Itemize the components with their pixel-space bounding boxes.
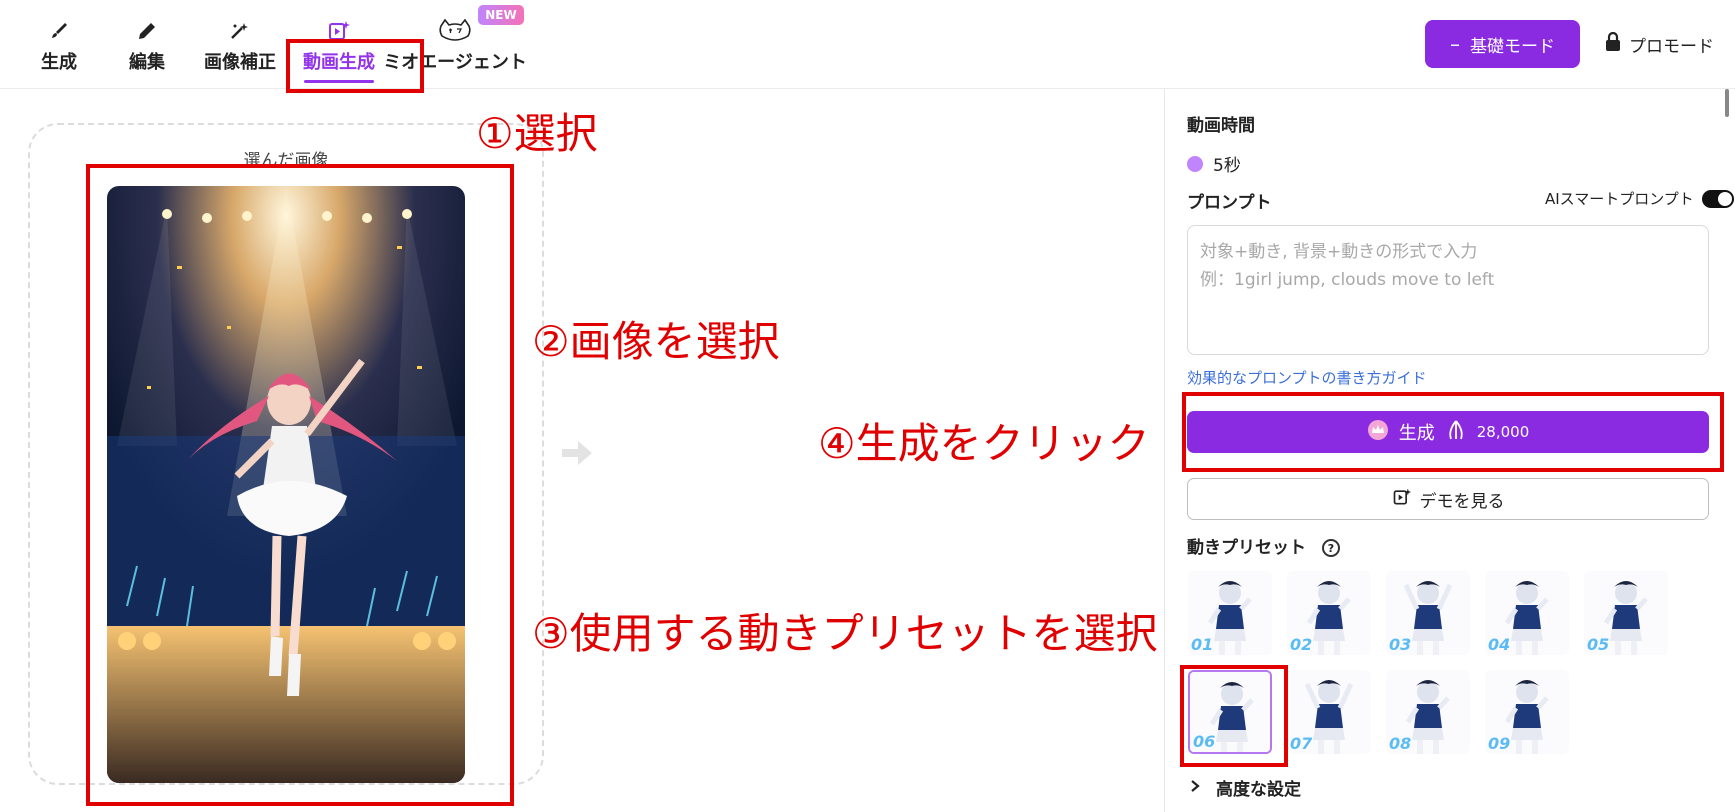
basic-mode-button[interactable]: – 基礎モード [1425, 20, 1580, 68]
motion-preset[interactable]: 08 [1386, 670, 1470, 754]
preset-number: 01 [1191, 635, 1214, 654]
annotation-box-preset [1180, 665, 1288, 767]
pencil-icon [136, 16, 158, 46]
preset-number: 09 [1488, 734, 1511, 753]
ai-smart-prompt-label: AIスマートプロンプト [1545, 190, 1694, 208]
video-sparkle-icon [1392, 487, 1412, 512]
preset-number: 04 [1488, 635, 1511, 654]
pro-mode-button[interactable]: プロモード [1605, 27, 1714, 61]
preset-number: 08 [1389, 734, 1412, 753]
preset-number: 05 [1587, 635, 1610, 654]
presets-label: 動きプリセット [1187, 538, 1306, 558]
radio-selected-icon [1187, 155, 1203, 172]
tab-label: 画像補正 [204, 51, 276, 73]
annotation-box-generate [1182, 392, 1724, 472]
motion-preset[interactable]: 01 [1188, 571, 1272, 655]
tab-enhance[interactable]: 画像補正 [198, 0, 282, 89]
tab-generate[interactable]: 生成 [28, 0, 90, 89]
motion-preset[interactable]: 03 [1386, 571, 1470, 655]
panel-scrollbar[interactable] [1725, 89, 1729, 117]
tab-label: 生成 [41, 51, 77, 73]
prompt-label: プロンプト [1187, 193, 1272, 213]
panel-divider [1164, 89, 1165, 812]
annotation-step3: ③使用する動きプリセットを選択 [532, 609, 1158, 658]
preset-number: 03 [1389, 635, 1412, 654]
minus-icon: – [1450, 32, 1460, 56]
demo-label: デモを見る [1419, 491, 1505, 512]
annotation-box-image [86, 164, 514, 806]
lock-icon [1605, 31, 1621, 57]
magic-wand-icon [228, 16, 252, 46]
motion-preset[interactable]: 04 [1485, 571, 1569, 655]
demo-button[interactable]: デモを見る [1187, 478, 1709, 520]
duration-option[interactable]: 5秒 [1187, 151, 1241, 176]
tab-label: 編集 [129, 51, 165, 73]
preset-number: 02 [1290, 635, 1313, 654]
pro-mode-label: プロモード [1629, 36, 1714, 57]
advanced-settings[interactable]: 高度な設定 [1190, 775, 1301, 800]
basic-mode-label: 基礎モード [1470, 36, 1555, 57]
duration-label: 動画時間 [1187, 116, 1255, 136]
help-icon[interactable]: ? [1321, 539, 1340, 557]
top-nav: 生成 編集 画像補正 動画生成 ミオエージェント NEW – 基礎モード プロモ… [0, 0, 1735, 89]
advanced-label: 高度な設定 [1216, 780, 1301, 800]
cat-mascot-icon [437, 16, 473, 46]
annotation-step2: ②画像を選択 [532, 317, 780, 366]
prompt-input[interactable]: 対象+動き, 背景+動きの形式で入力 例：1girl jump, clouds … [1187, 225, 1709, 355]
tab-edit[interactable]: 編集 [116, 0, 178, 89]
annotation-step4: ④生成をクリック [818, 419, 1150, 468]
ai-smart-prompt-toggle[interactable] [1701, 189, 1734, 208]
arrow-right-icon [560, 438, 594, 472]
motion-preset[interactable]: 07 [1287, 670, 1371, 754]
new-badge: NEW [478, 5, 524, 25]
preset-number: 07 [1290, 734, 1313, 753]
duration-value: 5秒 [1213, 156, 1241, 176]
presets-heading: 動きプリセット ? [1187, 533, 1340, 558]
page: 生成 編集 画像補正 動画生成 ミオエージェント NEW – 基礎モード プロモ… [0, 0, 1735, 812]
annotation-step1: ①選択 [476, 109, 598, 158]
brush-icon [48, 16, 70, 46]
motion-preset[interactable]: 05 [1584, 571, 1668, 655]
motion-preset[interactable]: 02 [1287, 571, 1371, 655]
prompt-guide-link[interactable]: 効果的なプロンプトの書き方ガイド [1187, 367, 1427, 388]
annotation-box-tab [286, 39, 424, 93]
motion-preset[interactable]: 09 [1485, 670, 1569, 754]
chevron-right-icon [1190, 778, 1200, 798]
ai-smart-prompt: AIスマートプロンプト [1545, 188, 1734, 209]
